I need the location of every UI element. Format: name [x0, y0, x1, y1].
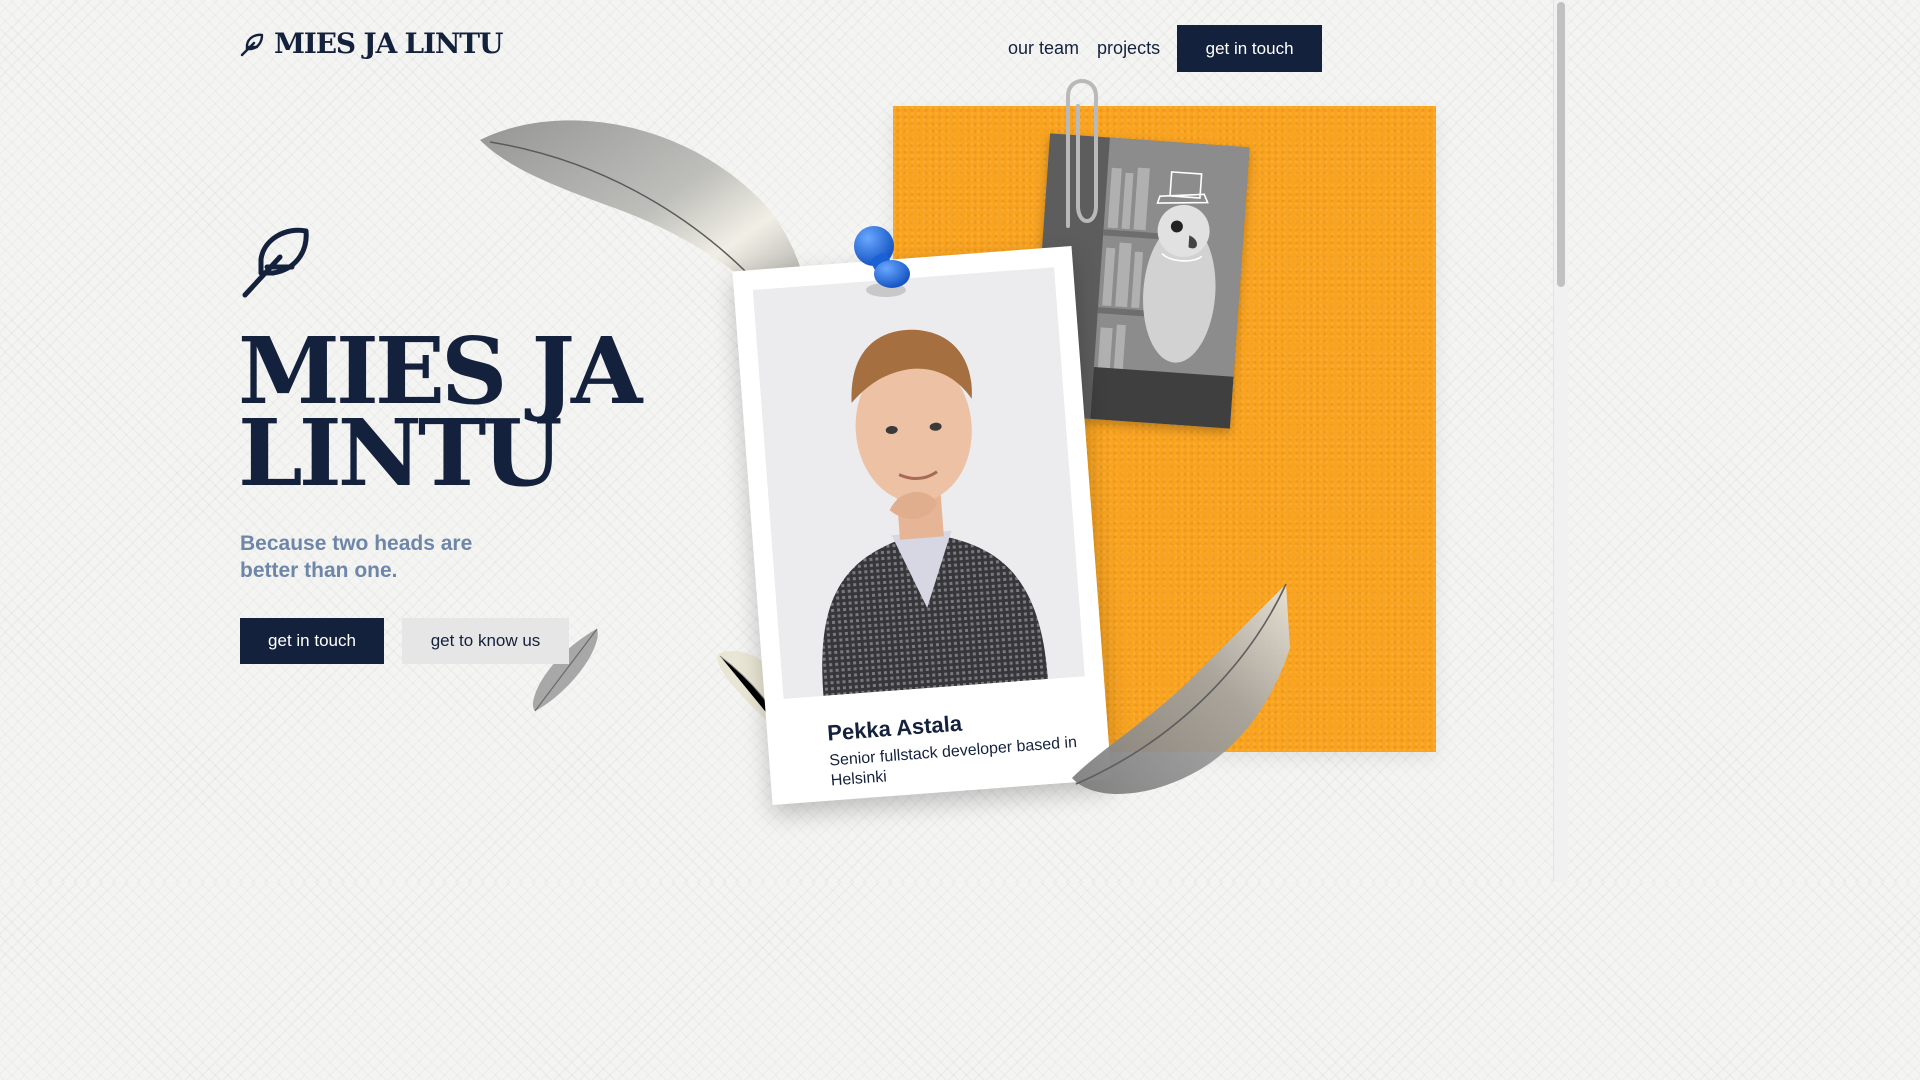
feather-decoration-bottom-right	[1072, 583, 1290, 795]
main-nav: our team projects get in touch	[1008, 25, 1323, 72]
profile-card: Pekka Astala Senior fullstack developer …	[732, 246, 1112, 805]
logo-link[interactable]: MIES JA LINTU	[240, 27, 503, 60]
pushpin-icon	[854, 226, 910, 297]
paperclip-icon	[1066, 79, 1098, 228]
hero-title: MIES JA LINTU	[238, 325, 658, 499]
hero-title-line-2: LINTU	[238, 399, 563, 507]
nav-projects[interactable]: projects	[1097, 38, 1160, 59]
profile-name: Pekka Astala	[826, 710, 963, 746]
header-get-in-touch-button[interactable]: get in touch	[1177, 25, 1323, 72]
logo-text: MIES JA LINTU	[274, 27, 503, 60]
scrollbar-thumb[interactable]	[1557, 2, 1565, 287]
hero-get-in-touch-button[interactable]: get in touch	[240, 618, 384, 664]
get-to-know-us-button[interactable]: get to know us	[402, 618, 569, 664]
feather-logo-icon	[240, 33, 264, 57]
portrait-photo	[752, 267, 1085, 699]
nav-our-team[interactable]: our team	[1008, 38, 1079, 59]
hero-tagline: Because two heads are better than one.	[240, 532, 473, 582]
page-scrollbar[interactable]	[1553, 0, 1568, 882]
feather-icon	[242, 227, 309, 298]
